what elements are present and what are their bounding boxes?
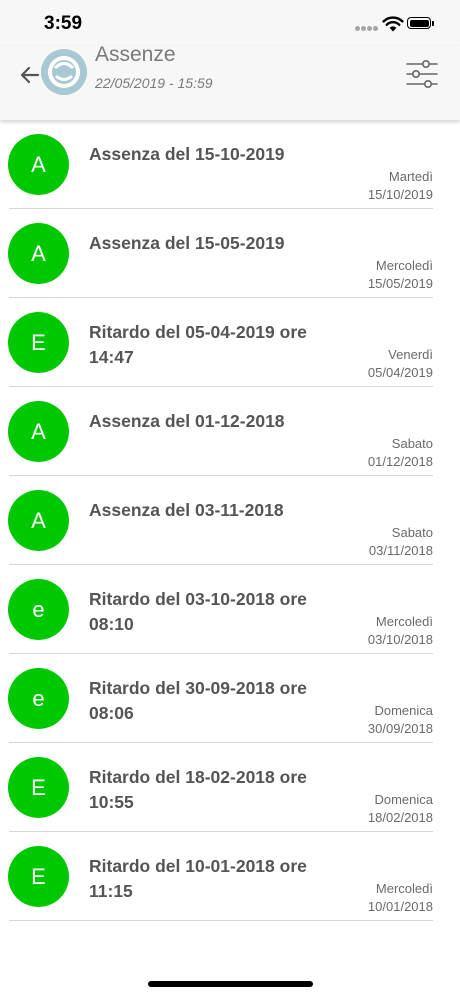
- list-item[interactable]: E Ritardo del 10-01-2018 ore 11:15 Merco…: [0, 832, 460, 921]
- absences-list: A Assenza del 15-10-2019 Martedì 15/10/2…: [0, 120, 460, 921]
- item-day: Venerdì: [388, 347, 433, 362]
- header: Assenze 22/05/2019 - 15:59: [0, 43, 460, 120]
- item-title: Ritardo del 30-09-2018 ore 08:06: [89, 678, 307, 723]
- item-date: 15/10/2019: [367, 187, 433, 202]
- item-date: 03/10/2018: [367, 632, 433, 647]
- status-bar: 3:59: [0, 0, 460, 46]
- cellular-signal-icon: [355, 26, 379, 32]
- type-badge: E: [8, 312, 69, 373]
- list-item[interactable]: A Assenza del 03-11-2018 Sabato 03/11/20…: [0, 476, 460, 565]
- type-badge: A: [8, 134, 69, 195]
- item-title: Assenza del 15-05-2019: [89, 233, 285, 253]
- back-button[interactable]: [18, 63, 42, 87]
- list-item[interactable]: E Ritardo del 05-04-2019 ore 14:47 Vener…: [0, 298, 460, 387]
- app-logo-avatar: [41, 49, 87, 95]
- item-date: 01/12/2018: [367, 454, 433, 469]
- type-badge: A: [8, 490, 69, 551]
- item-title: Ritardo del 05-04-2019 ore 14:47: [89, 322, 307, 367]
- type-badge: E: [8, 846, 69, 907]
- item-title: Assenza del 15-10-2019: [89, 144, 285, 164]
- type-badge: A: [8, 401, 69, 462]
- filter-button[interactable]: [405, 59, 439, 89]
- list-item[interactable]: A Assenza del 15-10-2019 Martedì 15/10/2…: [0, 120, 460, 209]
- list-item[interactable]: e Ritardo del 30-09-2018 ore 08:06 Domen…: [0, 654, 460, 743]
- item-title: Ritardo del 18-02-2018 ore 10:55: [89, 767, 307, 812]
- item-day: Mercoledì: [375, 258, 433, 273]
- battery-icon: [407, 17, 434, 29]
- item-day: Mercoledì: [375, 614, 433, 629]
- status-time: 3:59: [44, 13, 83, 34]
- list-item[interactable]: E Ritardo del 18-02-2018 ore 10:55 Domen…: [0, 743, 460, 832]
- item-date: 10/01/2018: [367, 899, 433, 914]
- type-badge: e: [8, 668, 69, 729]
- list-item[interactable]: A Assenza del 01-12-2018 Sabato 01/12/20…: [0, 387, 460, 476]
- list-item[interactable]: A Assenza del 15-05-2019 Mercoledì 15/05…: [0, 209, 460, 298]
- item-title: Assenza del 01-12-2018: [89, 411, 285, 431]
- item-day: Mercoledì: [375, 881, 433, 896]
- page-title: Assenze: [95, 43, 176, 66]
- page-subtitle-timestamp: 22/05/2019 - 15:59: [95, 75, 213, 91]
- item-day: Sabato: [391, 525, 433, 540]
- item-day: Domenica: [374, 703, 433, 718]
- type-badge: A: [8, 223, 69, 284]
- item-date: 15/05/2019: [367, 276, 433, 291]
- list-item[interactable]: e Ritardo del 03-10-2018 ore 08:10 Merco…: [0, 565, 460, 654]
- item-title: Ritardo del 10-01-2018 ore 11:15: [89, 856, 307, 901]
- type-badge: e: [8, 579, 69, 640]
- type-badge: E: [8, 757, 69, 818]
- item-date: 30/09/2018: [367, 721, 433, 736]
- item-date: 18/02/2018: [367, 810, 433, 825]
- home-indicator[interactable]: [148, 981, 313, 987]
- item-day: Martedì: [388, 169, 433, 184]
- item-day: Domenica: [374, 792, 433, 807]
- item-day: Sabato: [391, 436, 433, 451]
- wifi-icon: [382, 16, 404, 32]
- item-title: Assenza del 03-11-2018: [89, 500, 284, 520]
- item-title: Ritardo del 03-10-2018 ore 08:10: [89, 589, 307, 634]
- item-date: 03/11/2018: [368, 543, 433, 558]
- item-date: 05/04/2019: [367, 365, 433, 380]
